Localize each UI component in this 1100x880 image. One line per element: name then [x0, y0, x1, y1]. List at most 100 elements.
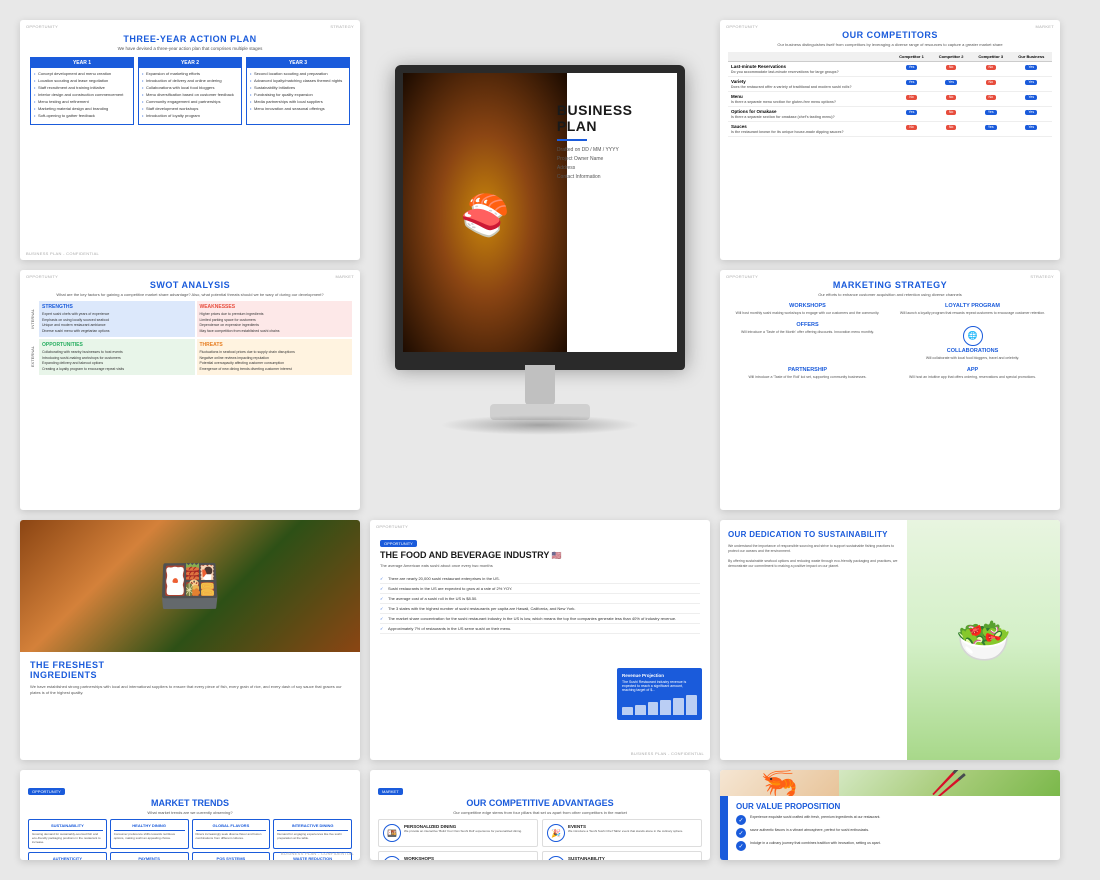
col-comp3: Competitor 3	[971, 52, 1011, 62]
col-comp1: Competitor 1	[892, 52, 932, 62]
slide-food-beverage: OPPORTUNITY OPPORTUNITY THE FOOD AND BEV…	[370, 520, 710, 760]
adv-workshops: 🍴 WORKSHOPS Hosting / selling customers …	[378, 851, 538, 860]
mkt-workshops: WORKSHOPS Will host monthly sushi making…	[728, 303, 887, 316]
table-row: Last-minute ReservationsDo you accommoda…	[728, 62, 1052, 77]
monitor-shadow	[440, 415, 640, 435]
bar	[673, 698, 684, 715]
mkt-offers: OFFERS Will introduce a 'Taste of the Mo…	[728, 322, 887, 361]
slide10-subtitle: Our competitive edge stems from four pil…	[378, 810, 702, 815]
trend-interactive: INTERACTIVE DINING Demand for engaging e…	[273, 819, 352, 849]
slide4-title: MARKETING STRATEGY	[728, 280, 1052, 290]
trend-sustainability: SUSTAINABILITY Growing demand for sustai…	[28, 819, 107, 849]
year3-header: YEAR 3	[247, 58, 349, 68]
slide-competitors: OPPORTUNITY MARKET OUR COMPETITORS Our b…	[720, 20, 1060, 260]
slide-action-plan: OPPORTUNITY STRATEGY THREE-YEAR ACTION P…	[20, 20, 360, 260]
blue-accent-bar	[720, 796, 728, 860]
slide2-title: OUR COMPETITORS	[728, 30, 1052, 40]
checkmark-icon-1: ✓	[736, 815, 746, 825]
monitor-stand-top	[525, 365, 555, 405]
sushi-visual: 🍣	[403, 73, 567, 357]
sushi-image: 🍣	[403, 73, 567, 357]
swot-container: INTERNAL EXTERNAL STRENGTHS Expert sushi…	[28, 301, 352, 375]
slide2-corner-tr: MARKET	[1036, 24, 1054, 29]
value-text-3: Indulge in a culinary journey that combi…	[750, 841, 881, 846]
slide4-subtitle: Our efforts to enhance customer acquisit…	[728, 292, 1052, 297]
slide11-img-right: 🥢	[839, 770, 1060, 796]
mkt-collabs: 🌐 COLLABORATIONS Will collaborate with l…	[893, 322, 1052, 361]
slide11-img-left: 🦐	[720, 770, 839, 796]
value-item-3: ✓ Indulge in a culinary journey that com…	[736, 841, 1052, 851]
col-us: Our Business	[1011, 52, 1052, 62]
screen-divider	[557, 139, 587, 141]
value-item-2: ✓ savor authentic flavors in a vibrant a…	[736, 828, 1052, 838]
competitors-table: Competitor 1 Competitor 2 Competitor 3 O…	[728, 52, 1052, 137]
table-row: VarietyDoes the restaurant offer a varie…	[728, 77, 1052, 92]
year2-list: Expansion of marketing efforts Introduct…	[142, 71, 238, 118]
slide-sustainability: OUR DEDICATION TO SUSTAINABILITY We unde…	[720, 520, 1060, 760]
slide-freshest-ingredients: 🍱 THE FRESHEST INGREDIENTS We have estab…	[20, 520, 360, 760]
checkmark-icon-2: ✓	[736, 828, 746, 838]
mkt-app: APP Will host an intuitive app that offe…	[893, 367, 1052, 380]
slide11-title: OUR VALUE PROPOSITION	[736, 802, 1052, 811]
personalized-icon: 🍱	[383, 824, 401, 842]
checkmark-icon-3: ✓	[736, 841, 746, 851]
slide8-content: OUR DEDICATION TO SUSTAINABILITY We unde…	[720, 520, 907, 760]
slide1-corner-tr: STRATEGY	[330, 24, 354, 29]
slide4-corner-tl: OPPORTUNITY	[726, 274, 758, 279]
slide1-year3: YEAR 3 Second location scouting and prep…	[246, 57, 350, 125]
globe-icon: 🌐	[963, 326, 983, 346]
bar	[660, 700, 671, 715]
slide8-text1: We understand the importance of responsi…	[728, 544, 899, 555]
value-text-2: savor authentic flavors in a vibrant atm…	[750, 828, 869, 833]
slide9-corner-br: BUSINESS PLAN - CONFIDENTIAL	[281, 851, 354, 856]
marketing-grid: WORKSHOPS Will host monthly sushi making…	[728, 303, 1052, 380]
slide-value-proposition: 🦐 🥢 OUR VALUE PROPOSITION ✓ Experience e…	[720, 770, 1060, 860]
trend-pos: POS SYSTEMS Modern POS solutions for eff…	[192, 852, 271, 860]
sushi-roll-image: 🍱	[20, 520, 360, 652]
bar	[635, 705, 646, 715]
slide7-title: THE FOOD AND BEVERAGE INDUSTRY 🇺🇸	[380, 550, 700, 561]
slide1-title: THREE-YEAR ACTION PLAN	[30, 34, 350, 44]
mkt-loyalty: LOYALTY PROGRAM Will launch a loyalty pr…	[893, 303, 1052, 316]
list-item: The market share concentration for the s…	[380, 614, 700, 624]
slide-swot: OPPORTUNITY MARKET SWOT ANALYSIS What ar…	[20, 270, 360, 510]
screen-info: Drafted on DD / MM / YYYY Project Owner …	[557, 146, 672, 182]
year2-header: YEAR 2	[139, 58, 241, 68]
trend-global: GLOBAL FLAVORS Diners increasingly seek …	[192, 819, 271, 849]
table-row: Options for OmakaseIs there a separate s…	[728, 107, 1052, 122]
value-text-1: Experience exquisite sushi crafted with …	[750, 815, 880, 820]
year1-list: Concept development and menu creation Lo…	[34, 71, 130, 118]
revenue-box: Revenue Projection The Sushi Restaurant …	[617, 668, 702, 720]
axis-external: EXTERNAL	[28, 346, 37, 367]
year3-list: Second location scouting and preparation…	[250, 71, 346, 111]
slide1-corner-tl: OPPORTUNITY	[26, 24, 58, 29]
slide7-subtitle: The average American eats sushi about on…	[380, 563, 700, 568]
slide-market-trends: OPPORTUNITY MARKET TRENDS What market tr…	[20, 770, 360, 860]
monitor-screen: 🍣 BUSINESS PLAN Drafted on DD / MM / YYY…	[395, 65, 685, 365]
slide7-tag: OPPORTUNITY	[380, 540, 417, 547]
slide11-content: OUR VALUE PROPOSITION ✓ Experience exqui…	[720, 796, 1060, 860]
bar	[622, 707, 633, 715]
mkt-partnership: PARTNERSHIP Will introduce a 'Taste of t…	[728, 367, 887, 380]
axis-internal: INTERNAL	[28, 309, 37, 329]
slide-grid: OPPORTUNITY STRATEGY THREE-YEAR ACTION P…	[0, 0, 1100, 880]
slide9-title: MARKET TRENDS	[28, 798, 352, 808]
slide3-corner-tl: OPPORTUNITY	[26, 274, 58, 279]
table-row: SaucesIs the restaurant known for its un…	[728, 122, 1052, 137]
slide1-subtitle: We have devised a three-year action plan…	[30, 46, 350, 51]
col-feature	[728, 52, 892, 62]
list-item: Sushi restaurants in the US are expected…	[380, 584, 700, 594]
slide2-corner-tl: OPPORTUNITY	[726, 24, 758, 29]
swot-weaknesses: WEAKNESSES Higher prices due to premium …	[197, 301, 353, 337]
slide9-subtitle: What market trends are we currently obse…	[28, 810, 352, 815]
slide8-text2: By offering sustainable seafood options …	[728, 559, 899, 570]
rolls-visual: 🥗	[907, 520, 1060, 760]
slide1-year1: YEAR 1 Concept development and menu crea…	[30, 57, 134, 125]
adv-personalized: 🍱 PERSONALIZED DINING We provide an inte…	[378, 819, 538, 847]
bar-chart	[622, 695, 697, 715]
screen-text: BUSINESS PLAN Drafted on DD / MM / YYYY …	[557, 103, 672, 182]
adv-sustainability: ♻️ SUSTAINABILITY Pledge / championing o…	[542, 851, 702, 860]
events-icon: 🎉	[547, 824, 565, 842]
trend-authenticity: AUTHENTICITY Customers value sushi quali…	[28, 852, 107, 860]
table-row: MenuIs there a separate menu section for…	[728, 92, 1052, 107]
